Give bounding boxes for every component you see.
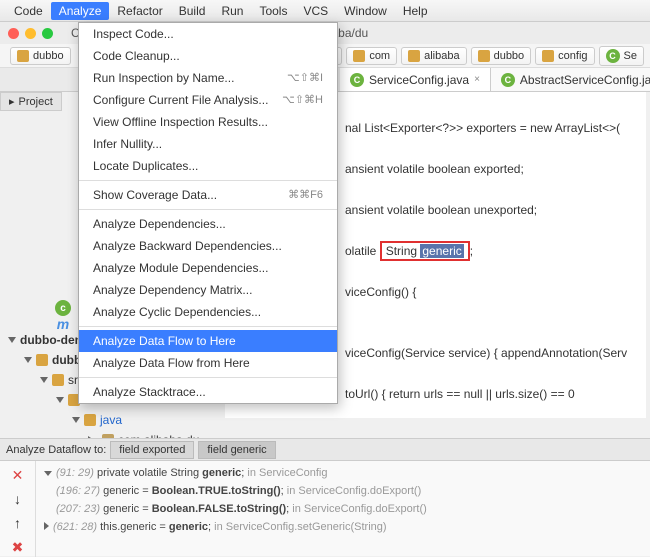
folder-icon [408, 50, 420, 62]
code-line: ansient volatile boolean exported; [345, 162, 524, 176]
breadcrumb-item[interactable]: CSe [599, 46, 644, 66]
code-line: ansient volatile boolean unexported; [345, 203, 537, 217]
folder-icon [542, 50, 554, 62]
minimize-window-icon[interactable] [25, 28, 36, 39]
breadcrumb-label: dubbo [33, 50, 64, 62]
breadcrumb-item[interactable]: com [346, 47, 397, 65]
project-label: Project [19, 96, 53, 108]
menu-item[interactable]: Analyze Module Dependencies... [79, 257, 337, 279]
chevron-down-icon [24, 357, 32, 363]
editor-tab[interactable]: CServiceConfig.java× [340, 68, 491, 91]
gutter-icons: c m [55, 300, 71, 332]
dataflow-row[interactable]: (196: 27) generic = Boolean.TRUE.toStrin… [44, 482, 642, 500]
remove-icon[interactable]: ✖ [10, 539, 26, 555]
dataflow-row[interactable]: (207: 23) generic = Boolean.FALSE.toStri… [44, 500, 642, 518]
menu-code[interactable]: Code [6, 2, 51, 20]
folder-icon [84, 414, 96, 426]
class-gutter-icon[interactable]: c [55, 300, 71, 316]
menu-item[interactable]: Analyze Stacktrace... [79, 381, 337, 403]
folder-icon [17, 50, 29, 62]
menu-vcs[interactable]: VCS [295, 2, 336, 20]
folder-icon [52, 374, 64, 386]
dataflow-results[interactable]: (91: 29) private volatile String generic… [36, 461, 650, 557]
close-tab-icon[interactable]: × [474, 74, 480, 85]
tree-node[interactable]: java [8, 410, 218, 430]
code-line: viceConfig(Service service) { appendAnno… [345, 346, 627, 360]
menu-window[interactable]: Window [336, 2, 395, 20]
code-line: viceConfig() { [345, 285, 416, 299]
class-icon: C [501, 73, 515, 87]
menu-tools[interactable]: Tools [251, 2, 295, 20]
class-icon: C [606, 49, 620, 63]
project-icon: ▸ [9, 95, 15, 108]
menu-item[interactable]: Infer Nullity... [79, 133, 337, 155]
collapse-icon[interactable]: ↑ [10, 515, 26, 531]
menu-item[interactable]: Run Inspection by Name...⌥⇧⌘I [79, 67, 337, 89]
menu-item[interactable]: Locate Duplicates... [79, 155, 337, 177]
expand-icon[interactable]: ↓ [10, 491, 26, 507]
breadcrumb-item[interactable]: config [535, 47, 594, 65]
dataflow-row[interactable]: (91: 29) private volatile String generic… [44, 464, 642, 482]
code-line-highlighted: olatile String generic; [345, 241, 473, 261]
chevron-down-icon [56, 397, 64, 403]
breadcrumb-item[interactable]: alibaba [401, 47, 466, 65]
breadcrumb-root[interactable]: dubbo [10, 47, 71, 65]
menu-refactor[interactable]: Refactor [109, 2, 170, 20]
analyze-menu-dropdown: Inspect Code...Code Cleanup...Run Inspec… [78, 22, 338, 404]
menu-item[interactable]: View Offline Inspection Results... [79, 111, 337, 133]
dataflow-label: Analyze Dataflow to: [6, 444, 106, 456]
folder-icon [353, 50, 365, 62]
code-line: toUrl() { return urls == null || urls.si… [345, 387, 575, 401]
menu-item[interactable]: Analyze Backward Dependencies... [79, 235, 337, 257]
menu-item[interactable]: Analyze Dependency Matrix... [79, 279, 337, 301]
menu-run[interactable]: Run [213, 2, 251, 20]
editor-tab[interactable]: CAbstractServiceConfig.java× [491, 68, 650, 91]
close-window-icon[interactable] [8, 28, 19, 39]
menubar: CodeAnalyzeRefactorBuildRunToolsVCSWindo… [0, 0, 650, 22]
menu-build[interactable]: Build [171, 2, 214, 20]
menu-item[interactable]: Configure Current File Analysis...⌥⇧⌘H [79, 89, 337, 111]
dataflow-gutter: ✕ ↓ ↑ ✖ [0, 461, 36, 557]
code-line: nal List<Exporter<?>> exporters = new Ar… [345, 121, 620, 135]
close-icon[interactable]: ✕ [10, 467, 26, 483]
chevron-down-icon [72, 417, 80, 423]
menu-item[interactable]: Show Coverage Data...⌘⌘F6 [79, 184, 337, 206]
dataflow-tab[interactable]: field generic [198, 441, 275, 459]
menu-item[interactable]: Analyze Data Flow from Here [79, 352, 337, 374]
menu-analyze[interactable]: Analyze [51, 2, 110, 20]
menu-item[interactable]: Code Cleanup... [79, 45, 337, 67]
chevron-down-icon [40, 377, 48, 383]
menu-item[interactable]: Inspect Code... [79, 23, 337, 45]
zoom-window-icon[interactable] [42, 28, 53, 39]
folder-icon [478, 50, 490, 62]
selected-identifier: generic [420, 244, 463, 258]
menu-item[interactable]: Analyze Data Flow to Here [79, 330, 337, 352]
class-icon: C [350, 73, 364, 87]
menu-item[interactable]: Analyze Cyclic Dependencies... [79, 301, 337, 323]
folder-icon [36, 354, 48, 366]
menu-item[interactable]: Analyze Dependencies... [79, 213, 337, 235]
chevron-down-icon [8, 337, 16, 343]
dataflow-panel: Analyze Dataflow to: field exported fiel… [0, 438, 650, 556]
breadcrumb-item[interactable]: dubbo [471, 47, 532, 65]
dataflow-tab[interactable]: field exported [110, 441, 194, 459]
menu-help[interactable]: Help [395, 2, 436, 20]
dataflow-tabs: Analyze Dataflow to: field exported fiel… [0, 439, 650, 461]
dataflow-row[interactable]: (621: 28) this.generic = generic; in Ser… [44, 518, 642, 536]
tool-window-project[interactable]: ▸ Project [0, 92, 62, 111]
